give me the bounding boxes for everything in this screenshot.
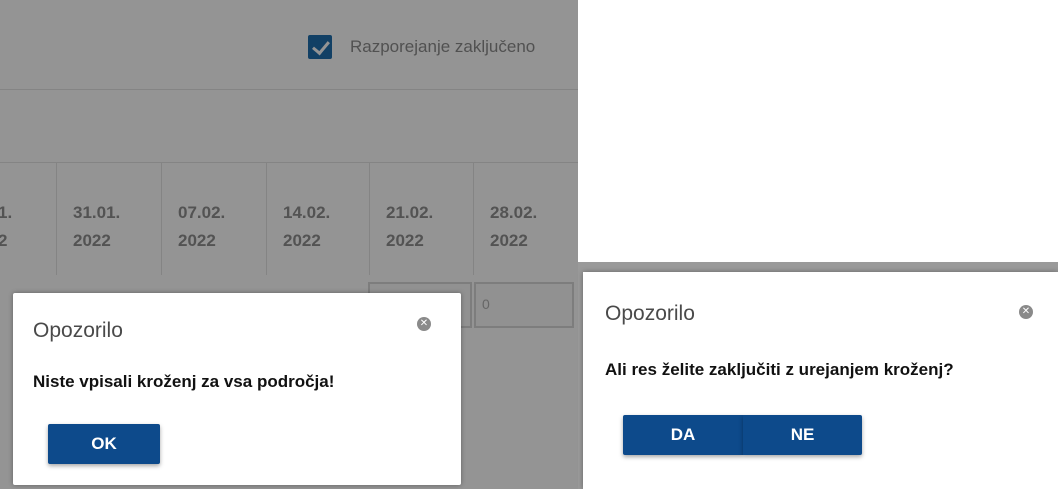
confirm-dialog: Opozorilo ✕ Ali res želite zaključiti z … [583, 272, 1058, 489]
no-button[interactable]: NE [743, 415, 862, 455]
close-icon[interactable]: ✕ [417, 317, 431, 331]
dialog-message: Ali res želite zaključiti z urejanjem kr… [605, 360, 954, 379]
dialog-title: Opozorilo [33, 319, 123, 342]
dialog-message: Niste vpisali kroženj za vsa področja! [33, 372, 335, 391]
close-icon[interactable]: ✕ [1019, 305, 1033, 319]
ok-button[interactable]: OK [48, 424, 160, 464]
yes-button[interactable]: DA [623, 415, 743, 455]
left-screenshot-panel: Razporejanje zaključeno 1. 2 31.01. 2022… [0, 0, 578, 489]
dialog-title: Opozorilo [605, 302, 695, 325]
warning-dialog: Opozorilo ✕ Niste vpisali kroženj za vsa… [13, 293, 461, 485]
